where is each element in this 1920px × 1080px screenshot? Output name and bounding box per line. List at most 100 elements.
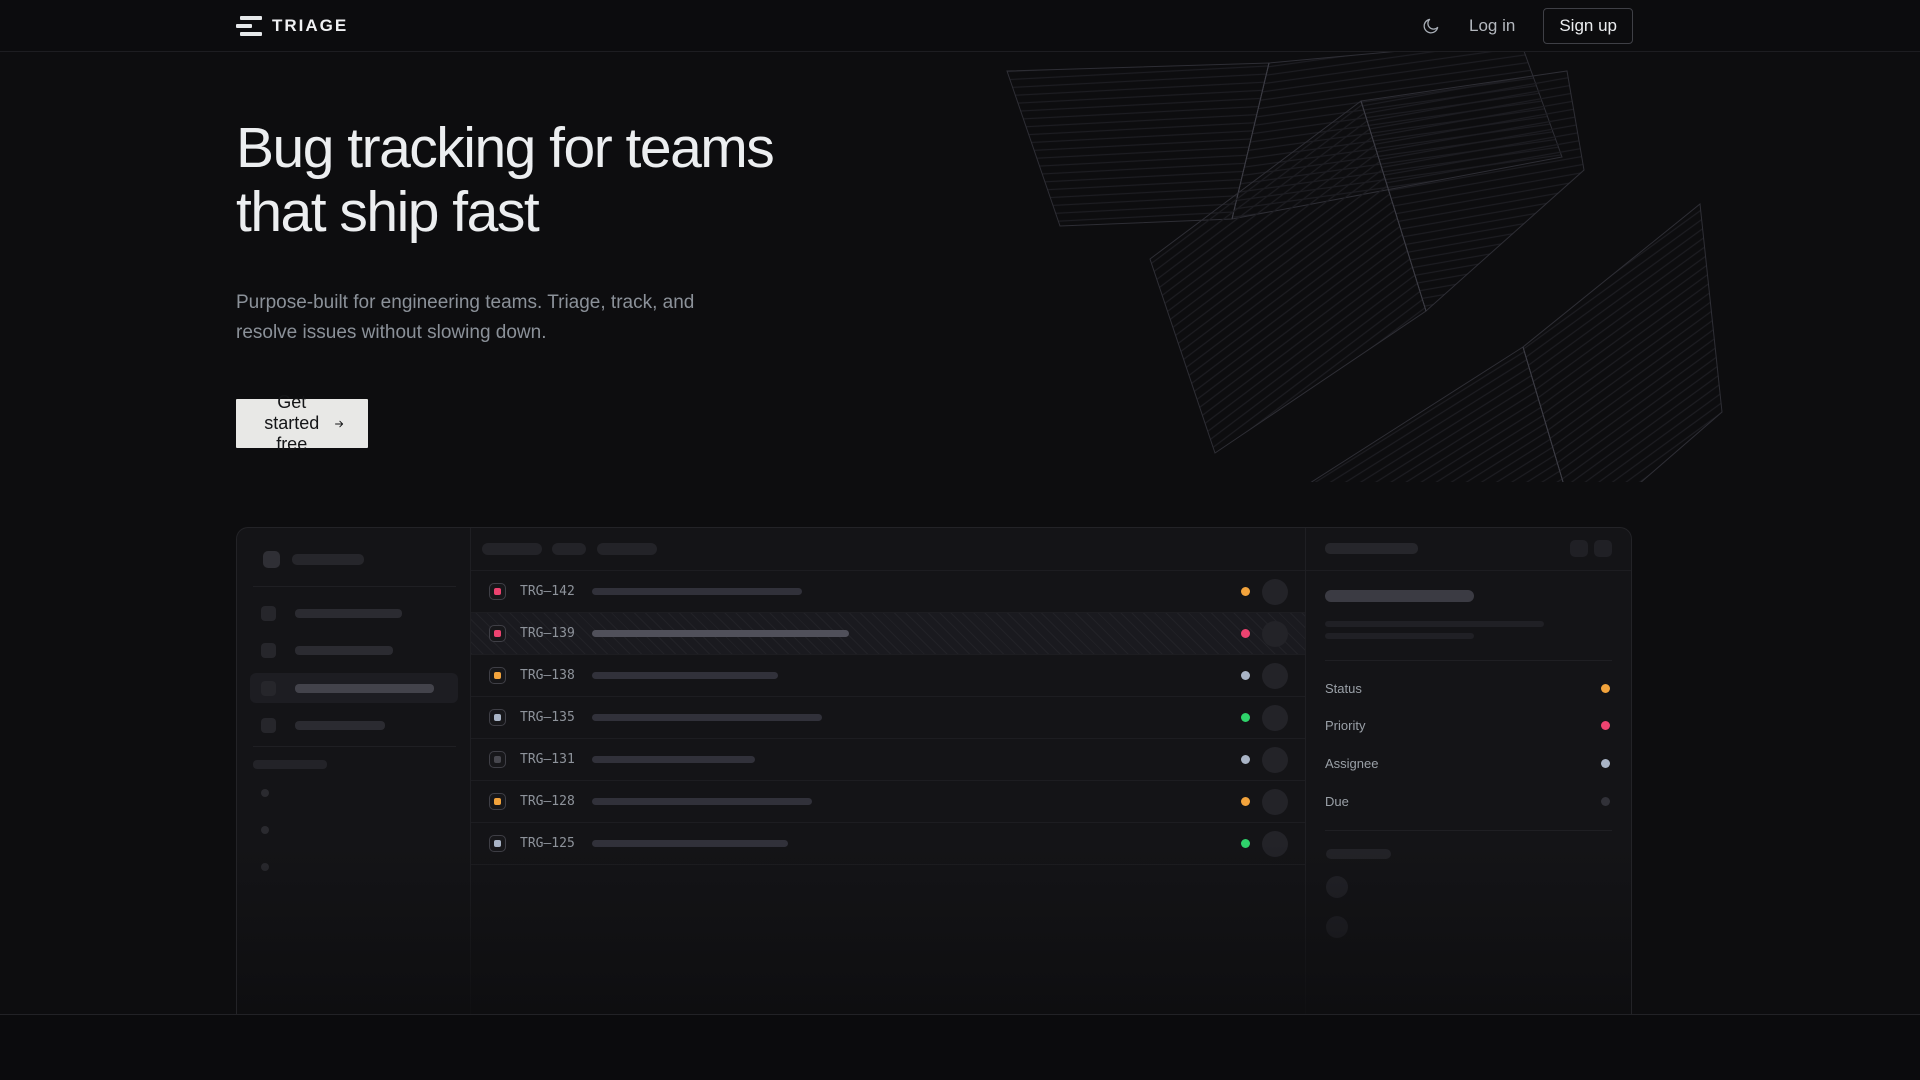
issue-id: TRG–125 [520, 836, 582, 851]
preview-comment-avatar-placeholder [1326, 916, 1348, 938]
brand: TRIAGE [236, 0, 348, 52]
issue-title-placeholder [592, 756, 755, 763]
detail-field-row: Priority [1325, 715, 1610, 735]
preview-activity-label-placeholder [1326, 849, 1391, 859]
preview-nav-item [250, 635, 458, 665]
issue-type-icon [489, 625, 506, 642]
issue-title-placeholder [592, 588, 802, 595]
preview-project-dot [261, 789, 269, 797]
issue-id: TRG–131 [520, 752, 582, 767]
detail-field-row: Assignee [1325, 753, 1610, 773]
field-label: Assignee [1325, 756, 1378, 771]
status-dot [1241, 629, 1250, 638]
preview-project-dot [261, 863, 269, 871]
assignee-avatar [1262, 663, 1288, 689]
issue-title-placeholder [592, 840, 788, 847]
issue-row: TRG–131 [471, 739, 1305, 781]
status-dot [1241, 713, 1250, 722]
triage-bars-icon [236, 15, 262, 37]
header-actions: Log in Sign up [1419, 0, 1633, 52]
issue-type-icon [489, 835, 506, 852]
issue-row: TRG–125 [471, 823, 1305, 865]
get-started-button[interactable]: Get started free [236, 399, 368, 448]
app-preview-window: TRG–142 TRG–139 TRG–138 TRG–135 TRG–131 [236, 527, 1632, 1014]
preview-section-label-placeholder [253, 760, 327, 769]
issue-title-placeholder [592, 714, 822, 721]
issue-row: TRG–142 [471, 571, 1305, 613]
issue-type-icon [489, 583, 506, 600]
status-dot [1241, 839, 1250, 848]
issue-title-placeholder [592, 798, 812, 805]
footer [0, 1014, 1920, 1080]
issue-type-icon [489, 751, 506, 768]
preview-detail-title-placeholder [1325, 543, 1418, 554]
field-value-dot [1601, 684, 1610, 693]
preview-nav-item-selected [250, 673, 458, 703]
issue-type-icon [489, 667, 506, 684]
field-label: Due [1325, 794, 1349, 809]
brand-name: TRIAGE [272, 16, 348, 36]
preview-filter-pill [482, 543, 542, 555]
issue-row: TRG–138 [471, 655, 1305, 697]
moon-icon[interactable] [1419, 15, 1441, 37]
field-label: Status [1325, 681, 1362, 696]
arrow-right-icon [335, 417, 344, 431]
assignee-avatar [1262, 579, 1288, 605]
divider [253, 586, 456, 587]
field-label: Priority [1325, 718, 1365, 733]
field-value-dot [1601, 721, 1610, 730]
assignee-avatar [1262, 621, 1288, 647]
detail-field-row: Status [1325, 678, 1610, 698]
preview-detail-panel: Status Priority Assignee Due [1306, 528, 1631, 1014]
assignee-avatar [1262, 831, 1288, 857]
login-link[interactable]: Log in [1469, 16, 1515, 36]
preview-filter-pill [597, 543, 657, 555]
issue-row: TRG–135 [471, 697, 1305, 739]
preview-toolbar [471, 528, 1305, 571]
issue-id: TRG–142 [520, 584, 582, 599]
issue-type-icon [489, 793, 506, 810]
preview-detail-action-placeholder [1570, 540, 1588, 557]
field-value-dot [1601, 797, 1610, 806]
divider [253, 746, 456, 747]
assignee-avatar [1262, 705, 1288, 731]
preview-filter-pill [552, 543, 586, 555]
preview-detail-header [1306, 528, 1631, 571]
preview-issue-list: TRG–142 TRG–139 TRG–138 TRG–135 TRG–131 [471, 528, 1306, 1014]
issue-title-placeholder [592, 630, 849, 637]
issue-type-icon [489, 709, 506, 726]
preview-logo-row [263, 551, 364, 568]
preview-detail-action-placeholder [1594, 540, 1612, 557]
issue-id: TRG–139 [520, 626, 582, 641]
wireframe-panels-decoration [1000, 52, 1760, 482]
divider [1325, 660, 1612, 661]
divider [1325, 830, 1612, 831]
signup-button[interactable]: Sign up [1543, 8, 1633, 44]
preview-issue-title-placeholder [1325, 590, 1474, 602]
preview-title-placeholder [292, 554, 364, 565]
field-value-dot [1601, 759, 1610, 768]
preview-logo-placeholder [263, 551, 280, 568]
issue-row: TRG–139 [471, 613, 1305, 655]
status-dot [1241, 755, 1250, 764]
hero-subtitle: Purpose-built for engineering teams. Tri… [236, 288, 756, 348]
preview-comment-avatar-placeholder [1326, 876, 1348, 898]
hero-title: Bug tracking for teams that ship fast [236, 116, 936, 244]
issue-title-placeholder [592, 672, 778, 679]
issue-id: TRG–128 [520, 794, 582, 809]
preview-nav-item [250, 598, 458, 628]
assignee-avatar [1262, 747, 1288, 773]
preview-project-dot [261, 826, 269, 834]
status-dot [1241, 671, 1250, 680]
detail-field-row: Due [1325, 791, 1610, 811]
issue-rows: TRG–142 TRG–139 TRG–138 TRG–135 TRG–131 [471, 571, 1305, 865]
site-header: TRIAGE Log in Sign up [0, 0, 1920, 52]
preview-desc-line [1325, 633, 1474, 639]
issue-row: TRG–128 [471, 781, 1305, 823]
preview-desc-line [1325, 621, 1544, 627]
status-dot [1241, 797, 1250, 806]
issue-id: TRG–135 [520, 710, 582, 725]
assignee-avatar [1262, 789, 1288, 815]
preview-nav-item [250, 710, 458, 740]
preview-sidebar [237, 528, 471, 1014]
